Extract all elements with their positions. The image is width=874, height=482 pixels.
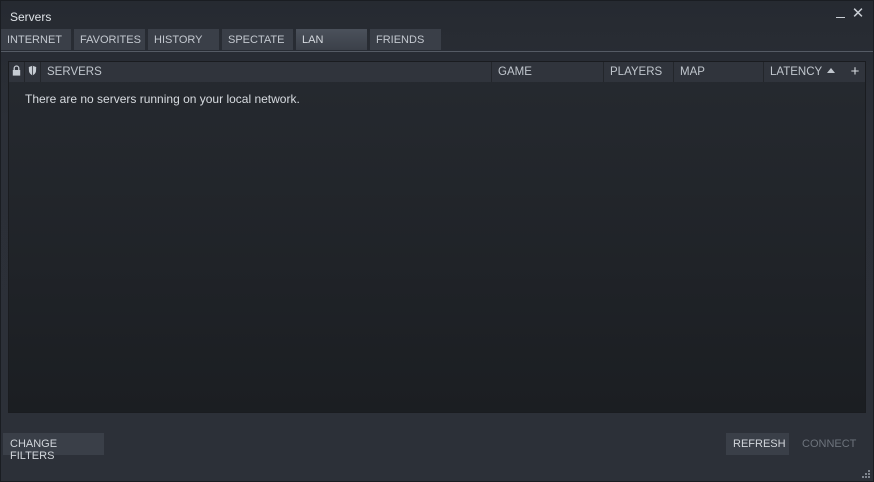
add-column-button[interactable]: +: [845, 62, 865, 82]
column-latency[interactable]: LATENCY: [764, 62, 847, 82]
title-bar[interactable]: Servers ✕: [1, 1, 873, 29]
column-secure[interactable]: [25, 62, 41, 82]
column-password[interactable]: [9, 62, 25, 82]
lock-icon: [12, 65, 21, 76]
column-latency-label: LATENCY: [770, 66, 823, 78]
refresh-button[interactable]: REFRESH: [726, 433, 789, 455]
tab-lan[interactable]: LAN: [296, 29, 367, 50]
column-game[interactable]: GAME: [492, 62, 604, 82]
tab-divider: [1, 51, 873, 52]
window-title: Servers: [10, 10, 52, 24]
close-button[interactable]: ✕: [851, 6, 865, 22]
tab-spectate[interactable]: SPECTATE: [222, 29, 293, 50]
column-players[interactable]: PLAYERS: [604, 62, 674, 82]
column-map[interactable]: MAP: [674, 62, 764, 82]
column-servers[interactable]: SERVERS: [41, 62, 492, 82]
connect-button[interactable]: CONNECT: [795, 433, 863, 455]
empty-list-message: There are no servers running on your loc…: [25, 92, 300, 106]
server-list[interactable]: SERVERS GAME PLAYERS MAP LATENCY + There…: [8, 61, 866, 413]
close-icon: ✕: [851, 5, 865, 22]
tab-internet[interactable]: INTERNET: [1, 29, 71, 50]
resize-grip-icon[interactable]: [862, 470, 870, 478]
window-controls: ✕: [833, 6, 865, 22]
server-tabs: INTERNET FAVORITES HISTORY SPECTATE LAN …: [1, 29, 441, 51]
change-filters-button[interactable]: CHANGE FILTERS: [3, 433, 104, 462]
servers-window: Servers ✕ INTERNET FAVORITES HISTORY SPE…: [0, 0, 874, 482]
tab-friends[interactable]: FRIENDS: [370, 29, 441, 50]
shield-icon: [28, 65, 37, 76]
column-header-row: SERVERS GAME PLAYERS MAP LATENCY: [9, 62, 847, 82]
tab-history[interactable]: HISTORY: [148, 29, 219, 50]
minimize-button[interactable]: [833, 6, 847, 22]
plus-icon: +: [850, 63, 860, 80]
tab-favorites[interactable]: FAVORITES: [74, 29, 145, 50]
minimize-icon: [835, 16, 845, 18]
sort-ascending-icon: [827, 68, 836, 73]
